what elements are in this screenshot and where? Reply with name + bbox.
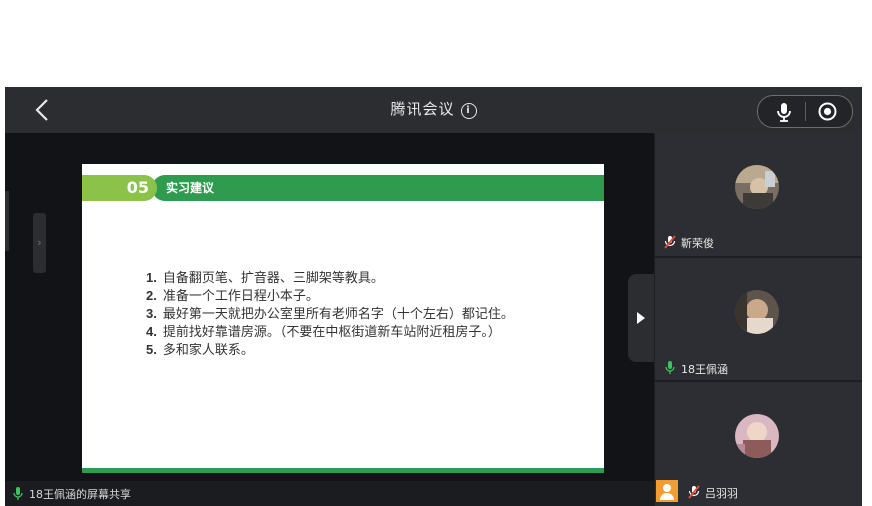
app-title: 腾讯会议 xyxy=(390,100,455,118)
participant-name: 吕羽羽 xyxy=(705,487,738,500)
mic-muted-icon xyxy=(688,485,700,499)
shared-slide: 实习建议 05 1. 自备翻页笔、扩音器、三脚架等教具。 2. 准备一个工作日程小本… xyxy=(82,164,604,473)
meeting-window: 腾讯会议 i › 实习建议 05 1. 自备翻页笔、扩音器、三脚架等教具。 2.… xyxy=(5,87,862,506)
suggestion-list: 1. 自备翻页笔、扩音器、三脚架等教具。 2. 准备一个工作日程小本子。 3. 最好第… xyxy=(146,269,514,359)
participant-tile[interactable]: 18王佩涵 xyxy=(655,258,862,380)
slide-bottom-bar xyxy=(82,468,604,473)
divider xyxy=(805,102,806,121)
mic-on-icon xyxy=(665,361,675,374)
participant-tile[interactable]: 靳荣俊 xyxy=(655,133,862,256)
screen-share-bar: 18王佩涵的屏幕共享 xyxy=(5,481,654,506)
slide-header: 实习建议 05 xyxy=(82,175,604,201)
list-item: 4. 提前找好靠谱房源。（不要在中枢街道新车站附近租房子。） xyxy=(146,324,501,340)
left-edge-handle[interactable] xyxy=(5,191,9,251)
list-item: 2. 准备一个工作日程小本子。 xyxy=(146,288,319,304)
expand-right-button[interactable] xyxy=(628,274,654,362)
meeting-title[interactable]: 腾讯会议 i xyxy=(5,98,862,119)
slide-heading: 实习建议 xyxy=(166,181,215,195)
record-icon[interactable] xyxy=(818,102,837,121)
slide-number-tab: 05 xyxy=(82,175,157,201)
top-bar: 腾讯会议 i xyxy=(5,87,862,133)
mic-on-icon xyxy=(13,487,23,500)
audio-record-controls xyxy=(757,95,853,128)
info-icon[interactable]: i xyxy=(460,103,477,119)
avatar xyxy=(735,290,779,334)
microphone-icon[interactable] xyxy=(774,101,794,123)
participant-name: 靳荣俊 xyxy=(681,237,714,250)
collapse-left-button[interactable]: › xyxy=(33,213,46,273)
play-right-icon xyxy=(637,312,645,324)
mic-muted-icon xyxy=(664,235,676,249)
screen-share-stage: › 实习建议 05 1. 自备翻页笔、扩音器、三脚架等教具。 2. 准备一个工作日程… xyxy=(5,133,654,506)
avatar xyxy=(735,414,779,458)
list-item: 5. 多和家人联系。 xyxy=(146,342,254,358)
avatar xyxy=(735,165,779,209)
slide-title-bar: 实习建议 xyxy=(152,175,604,201)
slide-number: 05 xyxy=(126,178,149,197)
list-item: 1. 自备翻页笔、扩音器、三脚架等教具。 xyxy=(146,270,384,286)
user-icon xyxy=(656,480,678,502)
participant-tile[interactable]: 吕羽羽 xyxy=(655,382,862,506)
list-item: 3. 最好第一天就把办公室里所有老师名字（十个左右）都记住。 xyxy=(146,306,514,322)
screen-share-label: 18王佩涵的屏幕共享 xyxy=(29,488,131,501)
participant-name: 18王佩涵 xyxy=(681,363,728,376)
